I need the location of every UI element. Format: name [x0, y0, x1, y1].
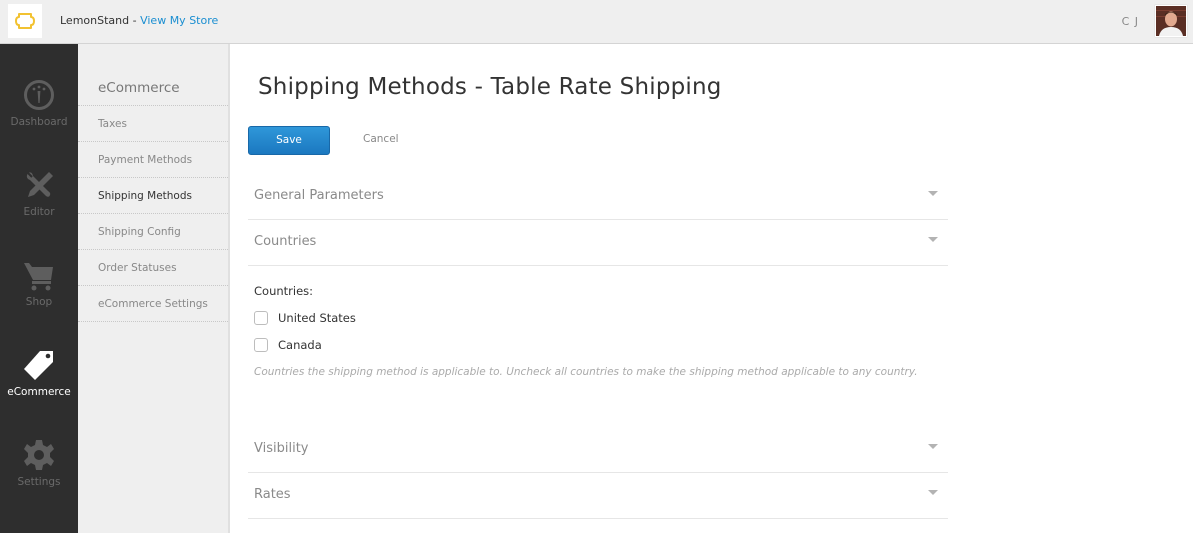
ecommerce-subnav: eCommerce Taxes Payment Methods Shipping… — [78, 44, 230, 533]
section-title: Rates — [254, 487, 291, 502]
subnav-item-payment-methods[interactable]: Payment Methods — [78, 142, 228, 178]
shopping-cart-icon — [22, 258, 56, 292]
subnav-list: Taxes Payment Methods Shipping Methods S… — [78, 105, 228, 322]
nav-item-settings[interactable]: Settings — [0, 404, 78, 494]
editor-tools-icon — [22, 168, 56, 202]
subnav-item-ecommerce-settings[interactable]: eCommerce Settings — [78, 286, 228, 322]
subnav-item-shipping-config[interactable]: Shipping Config — [78, 214, 228, 250]
dashboard-gauge-icon — [22, 78, 56, 112]
country-option-united-states[interactable]: United States — [254, 310, 356, 326]
nav-label-editor: Editor — [23, 206, 55, 218]
top-header: LemonStand - View My Store C J — [0, 0, 1193, 44]
canada-checkbox[interactable] — [254, 338, 268, 352]
view-my-store-link[interactable]: View My Store — [140, 14, 218, 27]
page-title: Shipping Methods - Table Rate Shipping — [258, 74, 722, 100]
cancel-button[interactable]: Cancel — [363, 133, 399, 145]
section-countries[interactable]: Countries — [248, 220, 948, 266]
nav-label-ecommerce: eCommerce — [7, 386, 71, 398]
section-visibility[interactable]: Visibility — [248, 427, 948, 473]
united-states-checkbox[interactable] — [254, 311, 268, 325]
nav-item-ecommerce[interactable]: eCommerce — [0, 314, 78, 404]
caret-down-icon — [928, 444, 938, 449]
section-title: Visibility — [254, 441, 309, 456]
brand-separator: - — [129, 14, 141, 27]
user-avatar[interactable] — [1155, 5, 1187, 37]
section-rates[interactable]: Rates — [248, 473, 948, 519]
user-initials[interactable]: C J — [1122, 15, 1139, 28]
subnav-item-shipping-methods[interactable]: Shipping Methods — [78, 178, 228, 214]
price-tag-icon — [22, 348, 56, 382]
nav-label-settings: Settings — [17, 476, 61, 488]
subnav-title: eCommerce — [98, 80, 180, 96]
brand: LemonStand - View My Store — [60, 14, 218, 27]
country-option-canada[interactable]: Canada — [254, 337, 322, 353]
caret-down-icon — [928, 191, 938, 196]
nav-item-shop[interactable]: Shop — [0, 224, 78, 314]
brand-name: LemonStand — [60, 14, 130, 27]
section-title: Countries — [254, 234, 317, 249]
caret-down-icon — [928, 490, 938, 495]
caret-down-icon — [928, 237, 938, 242]
nav-item-editor[interactable]: Editor — [0, 134, 78, 224]
section-general-parameters[interactable]: General Parameters — [248, 174, 948, 220]
countries-help-text: Countries the shipping method is applica… — [254, 366, 918, 378]
subnav-item-order-statuses[interactable]: Order Statuses — [78, 250, 228, 286]
lemonstand-logo-icon[interactable] — [8, 4, 42, 38]
checkbox-label: Canada — [278, 338, 322, 352]
main-nav: Dashboard Editor Shop eCommerce Settings — [0, 44, 78, 533]
main-content: Shipping Methods - Table Rate Shipping S… — [230, 44, 1193, 533]
nav-item-dashboard[interactable]: Dashboard — [0, 44, 78, 134]
checkbox-label: United States — [278, 311, 356, 325]
save-button[interactable]: Save — [248, 126, 330, 155]
nav-label-shop: Shop — [25, 296, 53, 308]
nav-label-dashboard: Dashboard — [10, 116, 68, 128]
subnav-item-taxes[interactable]: Taxes — [78, 106, 228, 142]
gear-icon — [22, 438, 56, 472]
section-title: General Parameters — [254, 188, 384, 203]
countries-label: Countries: — [254, 284, 314, 298]
